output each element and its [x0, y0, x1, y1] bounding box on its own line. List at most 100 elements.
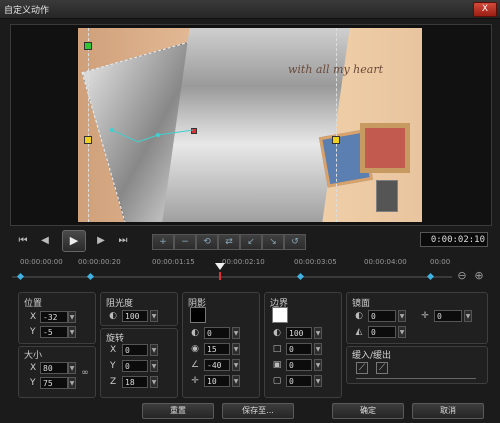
tick-label: 00:00: [430, 258, 451, 266]
cancel-button[interactable]: 取消: [412, 403, 484, 419]
rotation-y-input[interactable]: 0: [122, 360, 148, 372]
x-label: X: [30, 363, 37, 373]
close-button[interactable]: X: [473, 2, 497, 17]
size-x-input[interactable]: 80: [40, 362, 68, 374]
border-width-input[interactable]: 0: [286, 343, 312, 355]
resize-handle-right[interactable]: [332, 136, 340, 144]
tick-label: 00:00:01:15: [152, 258, 195, 266]
spin-icon[interactable]: ▼: [68, 377, 76, 389]
keyframe-track[interactable]: [12, 276, 452, 278]
resize-handle-left[interactable]: [84, 136, 92, 144]
previous-frame-icon[interactable]: ◀: [36, 233, 54, 249]
border-corner-icon: ▢: [272, 376, 282, 386]
spin-icon[interactable]: ▼: [150, 360, 158, 372]
spin-icon[interactable]: ▼: [232, 359, 240, 371]
spin-icon[interactable]: ▼: [464, 310, 472, 322]
opacity-label: 阻光度: [106, 299, 134, 309]
reset-button[interactable]: 重置: [142, 403, 214, 419]
add-keyframe-icon[interactable]: +: [152, 234, 174, 250]
spin-icon[interactable]: ▼: [150, 344, 158, 356]
blur-icon: ◉: [191, 344, 199, 354]
save-as-button[interactable]: 保存至...: [222, 403, 294, 419]
opacity-input[interactable]: 100: [122, 310, 148, 322]
playhead-line: [219, 272, 221, 280]
x-label: X: [30, 312, 37, 322]
spin-icon[interactable]: ▼: [150, 376, 158, 388]
fade-slider[interactable]: [356, 378, 476, 379]
spin-icon[interactable]: ▼: [314, 375, 322, 387]
go-to-start-icon[interactable]: ⏮: [14, 233, 32, 249]
zoom-out-icon[interactable]: ⊖: [456, 270, 468, 282]
distance-icon: ✛: [191, 376, 199, 386]
border-value-input[interactable]: 0: [286, 359, 312, 371]
mirror-opacity-input[interactable]: 0: [368, 310, 396, 322]
spin-icon[interactable]: ▼: [232, 343, 240, 355]
motion-path: [110, 128, 194, 143]
rotation-label: 旋转: [106, 334, 125, 344]
fade-in-icon[interactable]: ⟋: [356, 362, 368, 374]
next-frame-icon[interactable]: ▶: [92, 233, 110, 249]
border-value-input[interactable]: 0: [286, 375, 312, 387]
shadow-color-swatch[interactable]: [190, 307, 206, 323]
spin-icon[interactable]: ▼: [314, 359, 322, 371]
invert-keyframe-icon[interactable]: ⟲: [196, 234, 218, 250]
overlay-placeholder[interactable]: [376, 180, 398, 212]
remove-keyframe-icon[interactable]: −: [174, 234, 196, 250]
rotation-handle[interactable]: [84, 42, 92, 50]
guide-line-right: [336, 28, 337, 222]
tick-label: 00:00:04:00: [364, 258, 407, 266]
y-label: Y: [110, 361, 116, 371]
move-right-keyframe-icon[interactable]: ↘: [262, 234, 284, 250]
shadow-opacity-input[interactable]: 0: [204, 327, 230, 339]
tick-label: 00:00:02:10: [222, 258, 265, 266]
shadow-distance-input[interactable]: 10: [204, 375, 230, 387]
rotation-z-input[interactable]: 18: [122, 376, 148, 388]
position-x-input[interactable]: -32: [40, 311, 68, 323]
opacity-icon: ◐: [355, 311, 363, 321]
spin-icon[interactable]: ▼: [68, 362, 76, 374]
z-label: Z: [110, 377, 117, 387]
rotation-x-input[interactable]: 0: [122, 344, 148, 356]
spin-icon[interactable]: ▼: [314, 327, 322, 339]
shadow-angle-input[interactable]: -40: [204, 359, 230, 371]
border-width-icon: □: [272, 344, 282, 354]
spin-icon[interactable]: ▼: [68, 311, 76, 323]
border-opacity-input[interactable]: 100: [286, 327, 312, 339]
play-button[interactable]: ▶: [62, 230, 86, 252]
move-left-keyframe-icon[interactable]: ↙: [240, 234, 262, 250]
guide-line-left: [88, 28, 89, 222]
gradient-icon: ◭: [355, 327, 363, 337]
title-bar: 自定义动作 X: [0, 0, 500, 19]
timecode-display[interactable]: 0:00:02:10: [420, 232, 488, 247]
go-to-end-icon[interactable]: ⏭: [114, 233, 132, 249]
spin-icon[interactable]: ▼: [68, 326, 76, 338]
spin-icon[interactable]: ▼: [314, 343, 322, 355]
spin-icon[interactable]: ▼: [232, 375, 240, 387]
swap-keyframe-icon[interactable]: ⇄: [218, 234, 240, 250]
spin-icon[interactable]: ▼: [232, 327, 240, 339]
reset-keyframe-icon[interactable]: ↺: [284, 234, 306, 250]
size-label: 大小: [24, 351, 43, 361]
ok-button[interactable]: 确定: [332, 403, 404, 419]
move-icon: ✛: [421, 311, 429, 321]
playhead[interactable]: [215, 263, 225, 270]
zoom-in-icon[interactable]: ⊕: [473, 270, 485, 282]
angle-icon: ∠: [190, 360, 200, 370]
tick-label: 00:00:03:05: [294, 258, 337, 266]
playback-controls: ⏮ ◀ ▶ ▶ ⏭ + − ⟲ ⇄ ↙ ↘ ↺: [12, 230, 490, 252]
border-color-swatch[interactable]: [272, 307, 288, 323]
shadow-blur-input[interactable]: 15: [204, 343, 230, 355]
mirror-offset-input[interactable]: 0: [434, 310, 462, 322]
small-photo-frame-2: [360, 123, 410, 173]
timeline-ruler: 00:00:00:00 00:00:00:20 00:00:01:15 00:0…: [12, 258, 452, 288]
mirror-gradient-input[interactable]: 0: [368, 326, 396, 338]
tick-label: 00:00:00:20: [78, 258, 121, 266]
position-y-input[interactable]: -5: [40, 326, 68, 338]
opacity-icon: ◐: [109, 311, 117, 321]
spin-icon[interactable]: ▼: [398, 326, 406, 338]
spin-icon[interactable]: ▼: [150, 310, 158, 322]
link-icon[interactable]: ∞: [80, 368, 90, 378]
spin-icon[interactable]: ▼: [398, 310, 406, 322]
size-y-input[interactable]: 75: [40, 377, 68, 389]
fade-out-icon[interactable]: ⟋: [376, 362, 388, 374]
